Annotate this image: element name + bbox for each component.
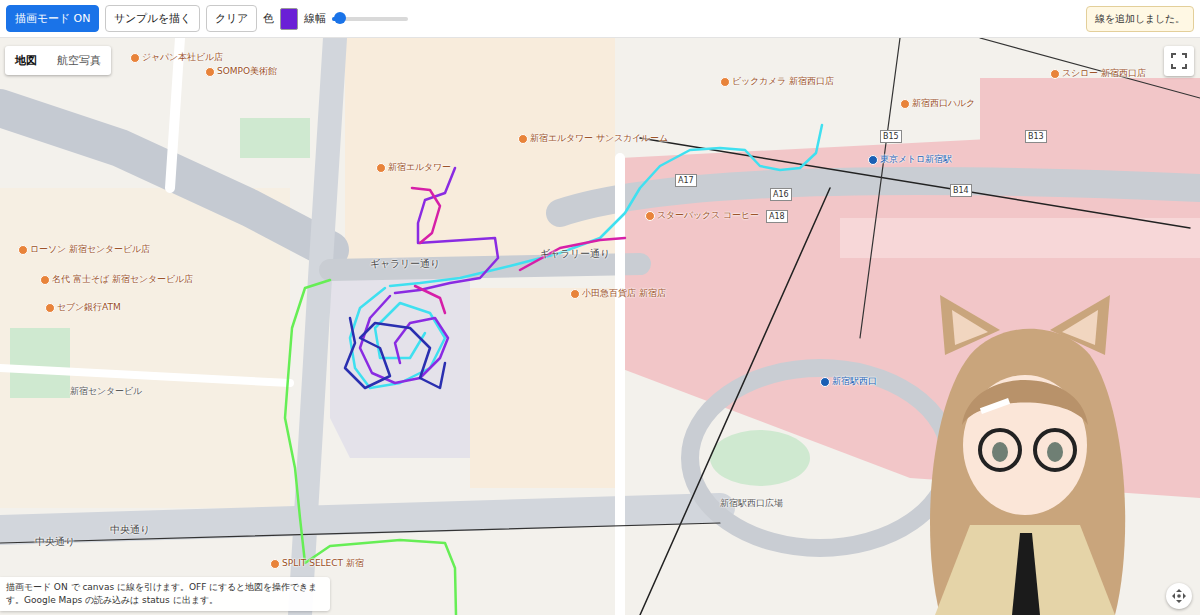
map-label[interactable]: ビックカメラ 新宿西口店 [720, 76, 834, 87]
label-text: 新宿駅西口 [832, 376, 877, 387]
map-label[interactable]: スシロー 新宿西口店 [1050, 68, 1146, 79]
map-label[interactable]: 新宿エルタワー [376, 162, 451, 173]
pin-icon [376, 163, 386, 173]
label-text: A16 [773, 189, 789, 200]
pin-icon [820, 377, 830, 387]
info-box: 描画モード ON で canvas に線を引けます。OFF にすると地図を操作で… [0, 577, 330, 611]
slider-thumb[interactable] [334, 12, 346, 24]
map-label[interactable]: 新宿駅西口 [820, 376, 877, 387]
map-label[interactable]: スターバックス コーヒー [645, 210, 759, 221]
width-slider[interactable] [332, 17, 408, 21]
pin-icon [1050, 69, 1060, 79]
pin-icon [645, 211, 655, 221]
move-icon [1171, 588, 1187, 604]
map-label[interactable]: ギャラリー通り [540, 248, 610, 259]
label-text: 中央通り [35, 536, 75, 547]
map-label[interactable]: セブン銀行ATM [45, 302, 121, 313]
label-text: 新宿西口ハルク [912, 98, 975, 109]
pin-icon [518, 134, 528, 144]
label-text: ジャパン本社ビル店 [142, 52, 223, 63]
pin-icon [40, 275, 50, 285]
label-text: 東京メトロ新宿駅 [880, 154, 952, 165]
drawn-stroke [345, 318, 445, 388]
pin-icon [45, 303, 55, 313]
toolbar: 描画モード ONサンプルを描くクリア色 線幅 線を追加しました。 [0, 0, 1200, 38]
clear-button[interactable]: クリア [206, 5, 257, 32]
label-text: スターバックス コーヒー [657, 210, 759, 221]
label-text: 新宿エルタワー サンスカイルーム [530, 133, 668, 144]
status-message: 線を追加しました。 [1086, 6, 1194, 32]
label-text: ギャラリー通り [540, 248, 610, 259]
pin-icon [205, 67, 215, 77]
pin-icon [720, 77, 730, 87]
pin-icon [900, 99, 910, 109]
label-text: B14 [953, 185, 969, 196]
label-text: 新宿エルタワー [388, 162, 451, 173]
color-swatch[interactable] [280, 8, 298, 30]
map[interactable]: ジャパン本社ビル店 SOMPO美術館ローソン 新宿センタービル店名代 富士そば 新… [0, 38, 1200, 615]
label-text: ビックカメラ 新宿西口店 [732, 76, 834, 87]
pin-icon [130, 53, 140, 63]
map-label[interactable]: 小田急百貨店 新宿店 [570, 288, 666, 299]
map-label[interactable]: 新宿エルタワー サンスカイルーム [518, 133, 668, 144]
pin-icon [18, 245, 28, 255]
map-label[interactable]: 新宿センタービル [70, 386, 142, 397]
drawn-stroke [360, 296, 448, 383]
map-label[interactable]: A18 [766, 210, 788, 223]
map-label[interactable]: 東京メトロ新宿駅 [868, 154, 952, 165]
width-label: 線幅 [304, 11, 326, 26]
label-text: 名代 富士そば 新宿センタービル店 [52, 274, 193, 285]
label-text: ローソン 新宿センタービル店 [30, 244, 150, 255]
pan-control[interactable] [1166, 583, 1192, 609]
map-label[interactable]: 中央通り [35, 536, 75, 547]
sample-button[interactable]: サンプルを描く [105, 5, 200, 32]
label-text: SOMPO美術館 [217, 66, 277, 77]
drawn-stroke [412, 188, 440, 243]
map-label[interactable]: SOMPO美術館 [205, 66, 277, 77]
map-type-tab[interactable]: 航空写真 [47, 46, 111, 75]
drawn-stroke [415, 286, 445, 313]
map-label[interactable]: B13 [1025, 130, 1047, 143]
fullscreen-icon [1171, 53, 1187, 69]
label-text: SPLIT SELECT 新宿 [282, 558, 364, 569]
fullscreen-button[interactable] [1164, 46, 1194, 76]
map-label[interactable]: ギャラリー通り [370, 258, 440, 269]
label-text: 新宿センタービル [70, 386, 142, 397]
map-label[interactable]: ローソン 新宿センタービル店 [18, 244, 150, 255]
map-label[interactable]: SPLIT SELECT 新宿 [270, 558, 364, 569]
map-label[interactable]: A17 [675, 174, 697, 187]
map-type-tab[interactable]: 地図 [5, 46, 47, 75]
label-text: スシロー 新宿西口店 [1062, 68, 1146, 79]
map-label[interactable]: B15 [880, 130, 902, 143]
label-text: A18 [769, 211, 785, 222]
pin-icon [570, 289, 580, 299]
label-text: 中央通り [110, 524, 150, 535]
label-text: B15 [883, 131, 899, 142]
map-label[interactable]: ジャパン本社ビル店 [130, 52, 223, 63]
avatar-illustration [900, 285, 1150, 615]
color-label: 色 [263, 11, 274, 26]
label-text: 小田急百貨店 新宿店 [582, 288, 666, 299]
pin-icon [270, 559, 280, 569]
map-label[interactable]: 名代 富士そば 新宿センタービル店 [40, 274, 193, 285]
map-label[interactable]: A16 [770, 188, 792, 201]
label-text: 新宿駅西口広場 [720, 498, 783, 509]
label-text: セブン銀行ATM [57, 302, 121, 313]
label-text: B13 [1028, 131, 1044, 142]
drawn-stroke [395, 168, 498, 293]
drawn-stroke [520, 238, 625, 270]
map-label[interactable]: B14 [950, 184, 972, 197]
map-label[interactable]: 新宿駅西口広場 [720, 498, 783, 509]
label-text: A17 [678, 175, 694, 186]
pin-icon [868, 155, 878, 165]
map-type-control: 地図航空写真 [5, 46, 111, 75]
map-label[interactable]: 中央通り [110, 524, 150, 535]
label-text: ギャラリー通り [370, 258, 440, 269]
map-label[interactable]: 新宿西口ハルク [900, 98, 975, 109]
drawn-stroke [390, 125, 822, 286]
draw-mode-button[interactable]: 描画モード ON [6, 5, 99, 32]
